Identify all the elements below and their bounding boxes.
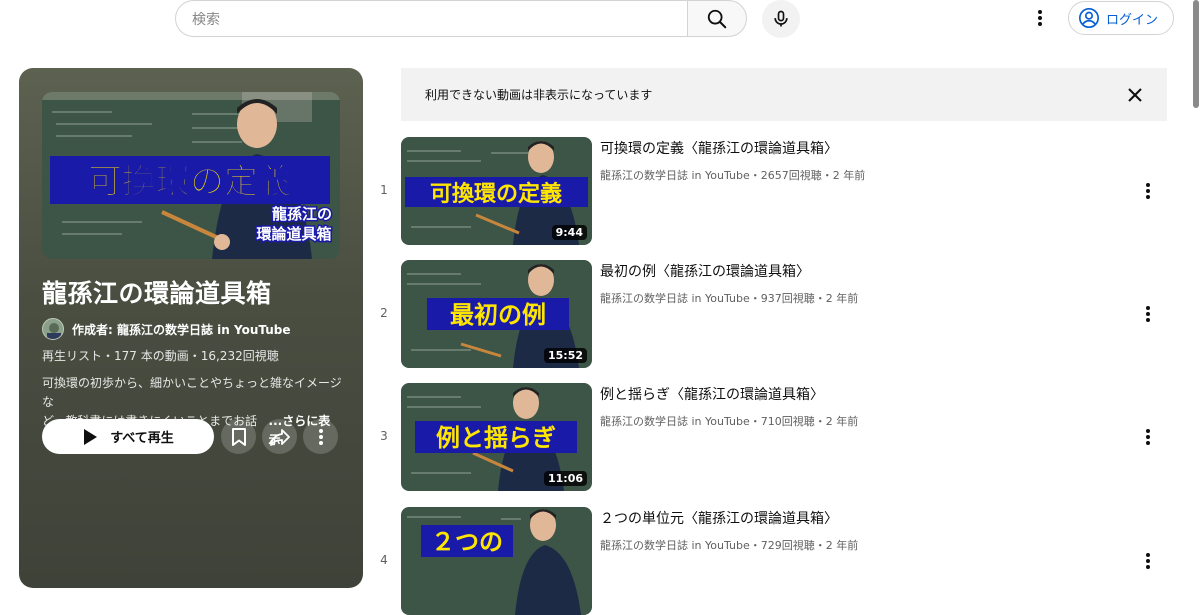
voice-search-button[interactable] <box>762 0 800 38</box>
video-thumbnail[interactable]: 可換環の定義 9:44 <box>401 137 592 245</box>
video-thumbnail[interactable]: ２つの <box>401 507 592 615</box>
account-circle-icon <box>1079 8 1099 28</box>
search-icon <box>707 9 727 28</box>
video-menu-button[interactable] <box>1136 425 1160 449</box>
playlist-thumbnail-art: 可換環の定義 龍孫江の 環論道具箱 <box>42 92 340 259</box>
video-row[interactable]: 2 最初の例 15:52 最初の例〈龍孫江の環論道具箱〉 龍孫江の数学日誌 in… <box>370 260 1170 370</box>
video-title[interactable]: ２つの単位元〈龍孫江の環論道具箱〉 <box>600 508 838 528</box>
video-menu-button[interactable] <box>1136 549 1160 573</box>
video-menu-button[interactable] <box>1136 302 1160 326</box>
thumbnail-caption: 可換環の定義 <box>430 181 562 207</box>
playlist-thumbnail[interactable]: 可換環の定義 龍孫江の 環論道具箱 <box>42 92 340 259</box>
login-label: ログイン <box>1106 12 1159 28</box>
duration-badge: 11:06 <box>543 471 587 486</box>
more-vert-icon <box>1146 306 1150 322</box>
avatar[interactable] <box>42 318 64 340</box>
video-meta: 龍孫江の数学日誌 in YouTube・2657回視聴・2 年前 <box>600 169 866 182</box>
duration-badge: 15:52 <box>543 348 587 363</box>
scrollbar[interactable] <box>1192 0 1200 108</box>
more-vert-icon <box>318 428 323 445</box>
settings-menu-button[interactable] <box>1028 6 1052 30</box>
close-icon <box>1128 88 1142 102</box>
more-vert-icon <box>1038 10 1042 26</box>
save-playlist-button[interactable] <box>221 419 256 454</box>
video-row[interactable]: 3 例と揺らぎ 11:06 例と揺らぎ〈龍孫江の環論道具箱〉 龍孫江の数学日誌 … <box>370 383 1170 493</box>
hero-sub-1: 龍孫江の <box>272 205 332 223</box>
share-icon <box>269 428 290 446</box>
play-all-button[interactable]: すべて再生 <box>42 419 214 454</box>
scrollbar-thumb[interactable] <box>1193 0 1199 108</box>
playlist-meta: 再生リスト・177 本の動画・16,232回視聴 <box>42 349 279 363</box>
playlist-author[interactable]: 作成者: 龍孫江の数学日誌 in YouTube <box>42 318 291 340</box>
video-thumbnail[interactable]: 最初の例 15:52 <box>401 260 592 368</box>
hidden-videos-notice: 利用できない動画は非表示になっています <box>401 68 1167 121</box>
playlist-header-panel: 可換環の定義 龍孫江の 環論道具箱 龍孫江の環論道具箱 作成者: 龍孫江の数学日… <box>19 68 363 588</box>
video-meta: 龍孫江の数学日誌 in YouTube・729回視聴・2 年前 <box>600 539 859 552</box>
search-button[interactable] <box>687 0 747 37</box>
search-input[interactable]: 検索 <box>175 0 687 37</box>
play-icon <box>84 428 98 445</box>
video-index: 1 <box>380 183 388 197</box>
author-name[interactable]: 作成者: 龍孫江の数学日誌 in YouTube <box>72 321 291 338</box>
top-bar: 検索 ログイン <box>0 0 1200 108</box>
video-index: 2 <box>380 306 388 320</box>
video-title[interactable]: 最初の例〈龍孫江の環論道具箱〉 <box>600 261 810 281</box>
duration-badge: 9:44 <box>551 225 587 240</box>
save-icon <box>231 427 246 446</box>
share-button[interactable] <box>262 419 297 454</box>
thumbnail-caption: ２つの <box>431 528 503 556</box>
search-bar: 検索 <box>175 0 747 37</box>
video-meta: 龍孫江の数学日誌 in YouTube・937回視聴・2 年前 <box>600 292 859 305</box>
hero-caption: 可換環の定義 <box>88 162 292 202</box>
video-meta: 龍孫江の数学日誌 in YouTube・710回視聴・2 年前 <box>600 415 859 428</box>
hero-sub-2: 環論道具箱 <box>256 225 331 243</box>
video-thumbnail[interactable]: 例と揺らぎ 11:06 <box>401 383 592 491</box>
playlist-title: 龍孫江の環論道具箱 <box>42 279 272 308</box>
thumbnail-caption: 例と揺らぎ <box>436 424 556 452</box>
playlist-more-button[interactable] <box>303 419 338 454</box>
video-index: 4 <box>380 553 388 567</box>
video-title[interactable]: 例と揺らぎ〈龍孫江の環論道具箱〉 <box>600 384 824 404</box>
more-vert-icon <box>1146 553 1150 569</box>
video-index: 3 <box>380 429 388 443</box>
search-placeholder: 検索 <box>192 11 220 28</box>
thumbnail-caption: 最初の例 <box>450 301 546 329</box>
more-vert-icon <box>1146 183 1150 199</box>
video-title[interactable]: 可換環の定義〈龍孫江の環論道具箱〉 <box>600 138 838 158</box>
login-button[interactable]: ログイン <box>1068 1 1174 35</box>
video-menu-button[interactable] <box>1136 179 1160 203</box>
play-all-label: すべて再生 <box>110 431 174 446</box>
more-vert-icon <box>1146 429 1150 445</box>
description-line-1: 可換環の初歩から、細かいことやちょっと雑なイメージな <box>42 376 342 409</box>
notice-close-button[interactable] <box>1123 83 1147 107</box>
notice-text: 利用できない動画は非表示になっています <box>425 88 653 102</box>
video-row[interactable]: 4 ２つの ２つの単位元〈龍孫江の環論道具箱〉 龍孫江の数学日誌 in YouT… <box>370 507 1170 615</box>
video-row[interactable]: 1 可換環の定義 9:44 可換環の定義〈龍孫江の環論道具箱〉 龍孫江の数学日誌… <box>370 137 1170 247</box>
thumbnail-art: ２つの <box>401 507 592 615</box>
mic-icon <box>774 10 788 27</box>
